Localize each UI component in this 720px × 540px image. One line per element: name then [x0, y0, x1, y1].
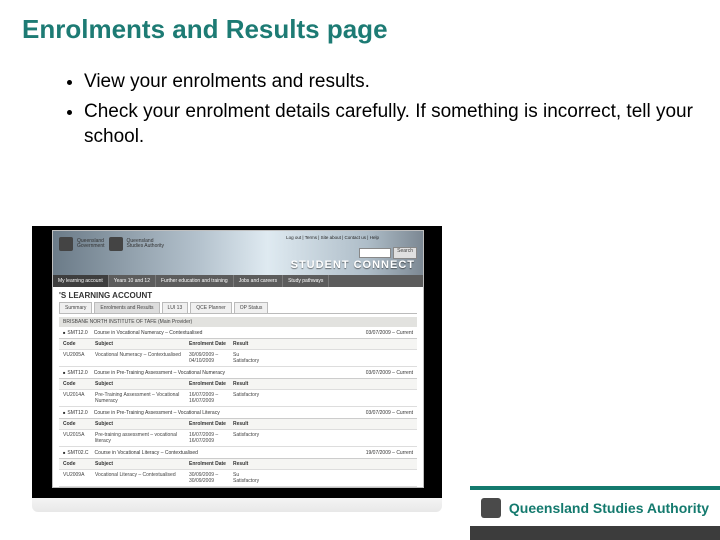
course-dates: 03/07/2009 – Current [366, 410, 413, 416]
qsa-crest-icon [109, 237, 123, 251]
table-cell: VU2005A [63, 352, 91, 364]
sub-tabs: Summary Enrolments and Results LUI 13 QC… [59, 302, 417, 314]
tab-qce-planner[interactable]: QCE Planner [190, 302, 231, 313]
header-top-links[interactable]: Log out | Terms | Site about | Contact u… [286, 235, 379, 240]
table-header-cell: Enrolment Date [189, 461, 229, 467]
slide-title: Enrolments and Results page [0, 0, 720, 45]
footer-brand-text: Queensland Studies Authority [509, 500, 709, 516]
enrolments-table: Code Subject Enrolment Date Result VU2009A Vo… [59, 458, 417, 487]
table-cell: 30/09/2009 – 04/10/2009 [189, 352, 229, 364]
tab-op-status[interactable]: OP Status [234, 302, 269, 313]
table-row: VU2014A Pre-Training Assessment – Vocatio… [59, 390, 417, 407]
table-header-cell: Result [233, 461, 263, 467]
table-cell: Pre-training assessment – vocational lit… [95, 432, 185, 444]
course-row: SMT02.C Course in Vocational Literacy – C… [59, 449, 417, 457]
table-cell: Su Satisfactory [233, 472, 263, 484]
qsa-crest-text: Queensland Studies Authority [127, 239, 165, 250]
table-cell: Vocational Numeracy – Contextualised [95, 352, 185, 364]
nav-item-pathways[interactable]: Study pathways [283, 275, 329, 287]
table-header-cell: Enrolment Date [189, 381, 229, 387]
table-cell: Vocational Literacy – Contextualised [95, 472, 185, 484]
table-header-cell: Enrolment Date [189, 341, 229, 347]
table-header-cell: Result [233, 341, 263, 347]
footer-brand: Queensland Studies Authority [470, 486, 720, 526]
course-dates: 03/07/2009 – Current [366, 330, 413, 336]
table-header-cell: Subject [95, 341, 185, 347]
table-cell: Satisfactory [233, 432, 263, 444]
enrolments-table: Code Subject Enrolment Date Result VU2014A Pr… [59, 378, 417, 407]
tab-enrolments-results[interactable]: Enrolments and Results [94, 302, 159, 313]
table-header-row: Code Subject Enrolment Date Result [59, 419, 417, 430]
footer-crest-icon [481, 498, 501, 518]
table-header-row: Code Subject Enrolment Date Result [59, 339, 417, 350]
course-title: Course in Vocational Literacy – Contextu… [95, 450, 198, 456]
table-header-cell: Code [63, 381, 91, 387]
crest-text: Queensland Government [77, 239, 105, 250]
table-header-cell: Code [63, 461, 91, 467]
table-row: VU2005A Vocational Numeracy – Contextuali… [59, 350, 417, 367]
table-row: VU2009A Vocational Literacy – Contextuali… [59, 470, 417, 487]
provider-bar: BRISBANE NORTH INSTITUTE OF TAFE (Main P… [59, 317, 417, 327]
course-dates: 03/07/2009 – Current [366, 370, 413, 376]
table-cell: 16/07/2009 – 16/07/2009 [189, 392, 229, 404]
table-header-row: Code Subject Enrolment Date Result [59, 379, 417, 390]
tab-lui[interactable]: LUI 13 [162, 302, 189, 313]
table-cell: VU2009A [63, 472, 91, 484]
table-header-row: Code Subject Enrolment Date Result [59, 459, 417, 470]
frame-shadow [32, 498, 442, 512]
course-code: SMT02.C [63, 450, 89, 456]
table-cell: Su Satisfactory [233, 352, 263, 364]
table-header-cell: Subject [95, 381, 185, 387]
enrolments-table: Code Subject Enrolment Date Result VU2005A Vo… [59, 338, 417, 367]
footer-dark-bar [470, 526, 720, 540]
search-button[interactable]: Search [393, 247, 417, 259]
table-cell: VU2014A [63, 392, 91, 404]
course-title: Course in Pre-Training Assessment – Voca… [94, 410, 220, 416]
table-header-cell: Subject [95, 461, 185, 467]
table-cell: 30/09/2009 – 30/09/2009 [189, 472, 229, 484]
course-row: SMT12.0 Course in Pre-Training Assessment… [59, 409, 417, 417]
screenshot-frame: Queensland Government Queensland Studies… [32, 226, 442, 498]
bullet-list: View your enrolments and results. Check … [44, 69, 720, 150]
app-header: Queensland Government Queensland Studies… [53, 231, 423, 275]
header-search: Search [359, 247, 417, 259]
nav-item-years[interactable]: Years 10 and 12 [109, 275, 156, 287]
table-header-cell: Subject [95, 421, 185, 427]
table-cell: 16/07/2009 – 16/07/2009 [189, 432, 229, 444]
course-row: SMT12.0 Course in Vocational Numeracy – C… [59, 329, 417, 337]
bullet-item: Check your enrolment details carefully. … [84, 99, 720, 150]
table-cell: VU2015A [63, 432, 91, 444]
course-title: Course in Vocational Numeracy – Contextu… [94, 330, 203, 336]
table-header-cell: Code [63, 341, 91, 347]
govt-crest: Queensland Government Queensland Studies… [59, 237, 164, 251]
nav-item-my-learning-account[interactable]: My learning account [53, 275, 109, 287]
tab-summary[interactable]: Summary [59, 302, 92, 313]
table-header-cell: Result [233, 421, 263, 427]
course-dates: 19/07/2009 – Current [366, 450, 413, 456]
table-row: VU2015A Pre-training assessment – vocatio… [59, 430, 417, 447]
course-code: SMT12.0 [63, 370, 88, 376]
bullet-item: View your enrolments and results. [84, 69, 720, 95]
course-code: SMT12.0 [63, 330, 88, 336]
table-cell: Satisfactory [233, 392, 263, 404]
course-title: Course in Pre-Training Assessment – Voca… [94, 370, 225, 376]
embedded-screenshot: Queensland Government Queensland Studies… [52, 230, 424, 488]
primary-nav: My learning account Years 10 and 12 Furt… [53, 275, 423, 287]
course-row: SMT12.0 Course in Pre-Training Assessment… [59, 369, 417, 377]
nav-item-further-ed[interactable]: Further education and training [156, 275, 234, 287]
nav-item-jobs[interactable]: Jobs and careers [234, 275, 283, 287]
course-code: SMT12.0 [63, 410, 88, 416]
crest-icon [59, 237, 73, 251]
app-title: STUDENT CONNECT [291, 259, 415, 271]
search-input[interactable] [359, 248, 391, 258]
table-header-cell: Result [233, 381, 263, 387]
table-header-cell: Enrolment Date [189, 421, 229, 427]
enrolments-table: Code Subject Enrolment Date Result VU2015A Pr… [59, 418, 417, 447]
table-header-cell: Code [63, 421, 91, 427]
table-cell: Pre-Training Assessment – Vocational Num… [95, 392, 185, 404]
provider-name: BRISBANE NORTH INSTITUTE OF TAFE (Main P… [63, 319, 192, 325]
page-title: 'S LEARNING ACCOUNT [53, 287, 423, 302]
